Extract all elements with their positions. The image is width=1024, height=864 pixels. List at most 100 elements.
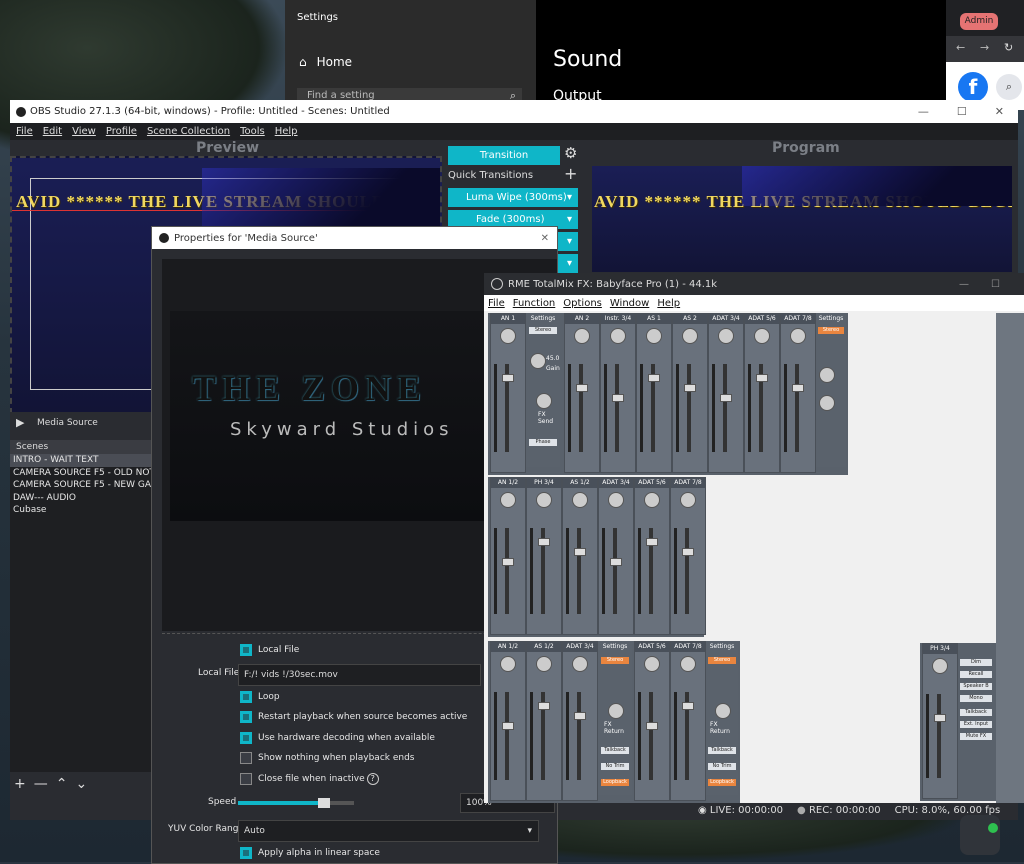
volume-fader-handle[interactable]: [684, 384, 696, 392]
pan-knob[interactable]: [646, 328, 662, 344]
volume-fader-handle[interactable]: [646, 538, 658, 546]
speed-slider-handle[interactable]: [317, 798, 330, 808]
avatar[interactable]: [960, 815, 1000, 855]
transition-button[interactable]: Transition: [448, 146, 560, 165]
volume-fader-handle[interactable]: [612, 394, 624, 402]
menu-help[interactable]: Help: [657, 298, 680, 309]
checkbox[interactable]: [240, 731, 252, 744]
pan-knob[interactable]: [610, 328, 626, 344]
quick-transition-4[interactable]: ▾: [558, 254, 578, 273]
volume-fader-handle[interactable]: [610, 558, 622, 566]
settings-home[interactable]: ⌂ Home: [299, 55, 352, 69]
remove-scene-icon[interactable]: —: [34, 776, 48, 794]
stereo-button[interactable]: Stereo: [818, 327, 844, 334]
volume-fader-handle[interactable]: [792, 384, 804, 392]
checkbox[interactable]: [240, 690, 252, 703]
stereo-button[interactable]: Stereo: [529, 327, 557, 334]
pan-knob[interactable]: [644, 492, 660, 508]
maximize-icon[interactable]: ☐: [957, 105, 967, 118]
speed-slider[interactable]: [238, 798, 354, 808]
pan-knob[interactable]: [536, 656, 552, 672]
volume-fader-handle[interactable]: [682, 702, 694, 710]
play-icon[interactable]: ▶: [16, 416, 24, 429]
volume-fader-handle[interactable]: [574, 712, 586, 720]
loopback-button[interactable]: Loopback: [601, 779, 629, 786]
scene-item[interactable]: Cubase: [10, 504, 152, 517]
volume-fader-handle[interactable]: [502, 558, 514, 566]
menu-edit[interactable]: Edit: [43, 126, 62, 137]
close-icon[interactable]: ✕: [541, 233, 549, 244]
reload-icon[interactable]: ↻: [1004, 41, 1013, 54]
speaker-b-button[interactable]: Speaker B: [960, 683, 992, 690]
dim-button[interactable]: Dim: [960, 659, 992, 666]
mute-fx-button[interactable]: Mute FX: [960, 733, 992, 740]
pan-knob[interactable]: [718, 328, 734, 344]
move-up-icon[interactable]: ⌃: [56, 776, 68, 794]
yuv-select[interactable]: Auto ▾: [238, 820, 539, 842]
no-trim-button[interactable]: No Trim: [601, 763, 629, 770]
checkbox[interactable]: [240, 643, 252, 656]
menu-options[interactable]: Options: [563, 298, 602, 309]
pan-knob[interactable]: [500, 492, 516, 508]
gain-knob[interactable]: [530, 353, 546, 369]
minimize-icon[interactable]: —: [918, 105, 929, 118]
close-icon[interactable]: ✕: [995, 105, 1004, 118]
volume-fader-handle[interactable]: [538, 702, 550, 710]
apply-alpha-checkbox[interactable]: Apply alpha in linear space: [240, 843, 380, 863]
pan-knob[interactable]: [572, 656, 588, 672]
pan-knob[interactable]: [680, 656, 696, 672]
menu-file[interactable]: File: [488, 298, 505, 309]
loop-checkbox[interactable]: Loop: [240, 687, 280, 707]
pan-knob[interactable]: [680, 492, 696, 508]
fx-send-knob[interactable]: [536, 393, 552, 409]
minimize-icon[interactable]: —: [959, 279, 969, 290]
move-down-icon[interactable]: ⌄: [75, 776, 87, 794]
volume-fader-handle[interactable]: [502, 722, 514, 730]
quick-transition-3[interactable]: ▾: [558, 232, 578, 251]
scene-item[interactable]: CAMERA SOURCE F5 - OLD NOTE 9: [10, 467, 169, 480]
volume-fader-handle[interactable]: [934, 714, 946, 722]
loopback-button[interactable]: Loopback: [708, 779, 736, 786]
fx-return-knob[interactable]: [715, 703, 731, 719]
volume-fader-handle[interactable]: [538, 538, 550, 546]
phase-button[interactable]: Phase: [529, 439, 557, 446]
quick-transition-luma[interactable]: Luma Wipe (300ms) ▾: [448, 188, 578, 207]
fx-return-knob[interactable]: [608, 703, 624, 719]
volume-fader-handle[interactable]: [756, 374, 768, 382]
help-icon[interactable]: ?: [366, 773, 379, 785]
checkbox[interactable]: [240, 772, 252, 785]
fx-send-knob[interactable]: [819, 395, 835, 411]
volume-fader-handle[interactable]: [574, 548, 586, 556]
talkback-button[interactable]: Talkback: [960, 709, 992, 716]
menu-window[interactable]: Window: [610, 298, 649, 309]
local-file-checkbox[interactable]: Local File: [240, 640, 299, 660]
volume-fader-handle[interactable]: [648, 374, 660, 382]
checkbox[interactable]: [240, 710, 252, 723]
menu-view[interactable]: View: [72, 126, 96, 137]
checkbox[interactable]: [240, 751, 252, 764]
search-icon[interactable]: ⌕: [996, 74, 1022, 100]
stereo-button[interactable]: Stereo: [708, 657, 736, 664]
menu-help[interactable]: Help: [275, 126, 298, 137]
pan-knob[interactable]: [574, 328, 590, 344]
volume-fader-handle[interactable]: [646, 722, 658, 730]
ext-input-button[interactable]: Ext. Input: [960, 721, 992, 728]
facebook-icon[interactable]: f: [958, 72, 988, 102]
forward-icon[interactable]: →: [980, 41, 989, 54]
pan-knob[interactable]: [500, 328, 516, 344]
talkback-button[interactable]: Talkback: [708, 747, 736, 754]
menu-scene-collection[interactable]: Scene Collection: [147, 126, 230, 137]
scene-item[interactable]: CAMERA SOURCE F5 - NEW GALAXY: [10, 479, 174, 492]
add-transition-icon[interactable]: +: [564, 164, 577, 183]
pan-knob[interactable]: [572, 492, 588, 508]
close-file-checkbox[interactable]: Close file when inactive?: [240, 769, 379, 789]
pan-knob[interactable]: [790, 328, 806, 344]
mono-button[interactable]: Mono: [960, 695, 992, 702]
menu-file[interactable]: File: [16, 126, 33, 137]
talkback-button[interactable]: Talkback: [601, 747, 629, 754]
stereo-button[interactable]: Stereo: [601, 657, 629, 664]
maximize-icon[interactable]: ☐: [991, 279, 1000, 290]
menu-function[interactable]: Function: [513, 298, 556, 309]
admin-badge[interactable]: Admin: [960, 13, 998, 30]
gear-icon[interactable]: ⚙: [564, 144, 577, 162]
